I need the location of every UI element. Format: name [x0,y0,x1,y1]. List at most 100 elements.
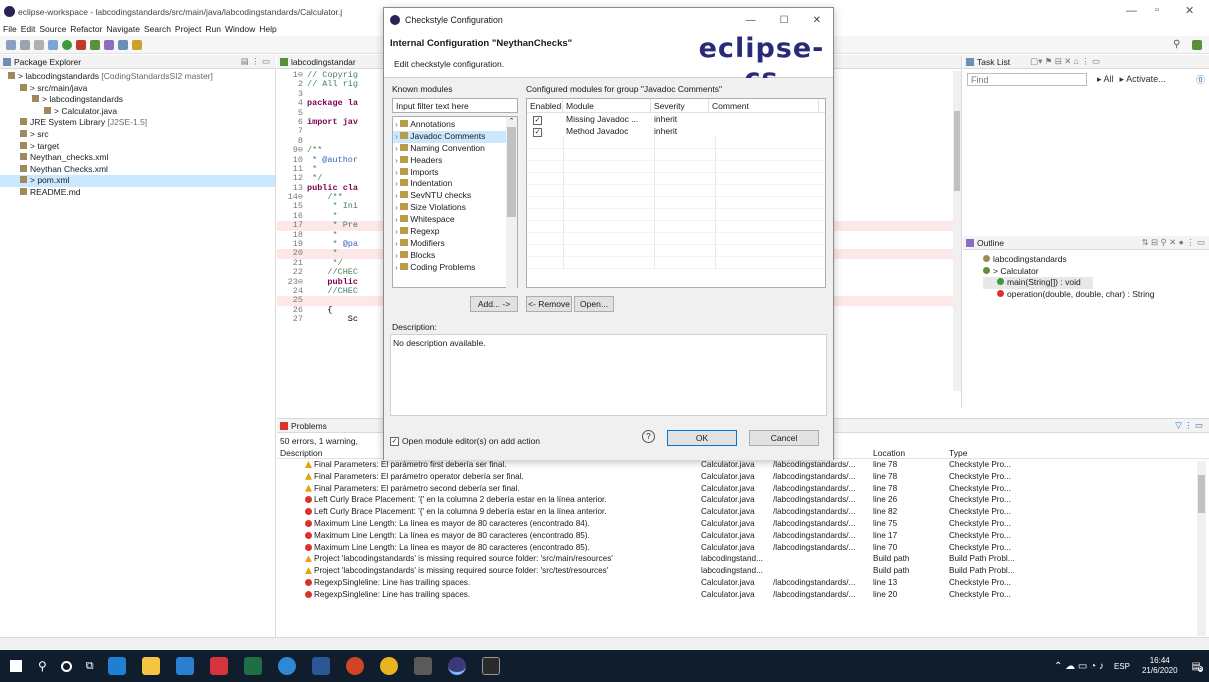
powerpoint-taskbar-icon[interactable] [345,657,364,675]
module-group-item[interactable]: › Size Violations [393,202,507,214]
view-menu-icon[interactable]: ▤ ⋮ ▭ [241,56,270,67]
modules-scrollbar[interactable]: ⌃ [506,117,517,289]
clock[interactable]: 16:44 21/6/2020 [1142,656,1178,676]
dialog-close-button[interactable]: ✕ [813,15,821,26]
outline-item[interactable]: labcodingstandards [983,254,1209,266]
word-taskbar-icon[interactable] [311,657,330,675]
configured-column-severity[interactable]: Severity [651,98,709,113]
tray-icons[interactable]: ⌃ ☁ ▭ ◔ ♪ [1054,661,1104,672]
configured-module-row[interactable]: ✓ Method Javadoc inherit [527,125,825,137]
menu-window[interactable]: Window [225,24,255,34]
view-filter-icon[interactable]: ▽ ⋮ ▭ [1175,420,1203,431]
package-tree-item[interactable]: > labcodingstandards [CodingStandardsSI2… [0,71,275,83]
add-module-button[interactable]: Add... -> [470,296,518,312]
menu-edit[interactable]: Edit [21,24,36,34]
edge-taskbar-icon[interactable] [277,657,296,675]
print-icon[interactable] [34,39,44,50]
package-tree-item[interactable]: > pom.xml [0,175,275,187]
problem-row[interactable]: Left Curly Brace Placement: '{' en la co… [277,494,1209,506]
package-tree-item[interactable]: > target [0,141,275,153]
outline-item[interactable]: > Calculator [983,266,1209,278]
menu-project[interactable]: Project [175,24,201,34]
file-explorer-taskbar-icon[interactable] [141,657,160,675]
cortana-icon[interactable] [60,660,72,672]
perspective-icon[interactable] [1192,40,1202,50]
column-type[interactable]: Type [949,448,1049,458]
external-tools-icon[interactable] [76,39,86,50]
menu-file[interactable]: File [3,24,17,34]
calculator-taskbar-icon[interactable] [413,657,432,675]
module-filter-input[interactable]: Input filter text here [392,98,518,113]
language-indicator[interactable]: ESP [1114,662,1130,671]
new-icon[interactable] [6,39,16,50]
package-tree-item[interactable]: README.md [0,187,275,199]
debug-icon[interactable] [48,39,58,50]
outline-toolbar[interactable]: ⇅ ⊟ ⚲ ✕ ● ⋮ ▭ [1142,237,1205,248]
problems-scrollbar[interactable] [1197,461,1206,636]
open-editor-checkbox[interactable]: ✓ [390,436,399,446]
module-enabled-checkbox[interactable]: ✓ [533,115,542,125]
menu-search[interactable]: Search [144,24,171,34]
package-tree-item[interactable]: JRE System Library [J2SE-1.5] [0,117,275,129]
save-icon[interactable] [20,39,30,50]
problem-row[interactable]: RegexpSingleline: Line has trailing spac… [277,589,1209,601]
module-group-item[interactable]: › Regexp [393,226,507,238]
configured-module-row[interactable]: ✓ Missing Javadoc ... inherit [527,113,825,125]
chrome-taskbar-icon[interactable] [379,657,398,675]
help-icon[interactable]: ⓪ [1196,73,1205,86]
module-group-item[interactable]: › SevNTU checks [393,190,507,202]
activate-link[interactable]: ▸ Activate... [1120,74,1166,85]
package-tree-item[interactable]: > src [0,129,275,141]
problem-row[interactable]: Final Parameters: El parámetro first deb… [277,459,1209,471]
task-view-icon[interactable]: ⧉ [86,660,94,673]
outline-item[interactable]: main(String[]) : void [983,277,1093,289]
menu-source[interactable]: Source [39,24,66,34]
module-group-item[interactable]: › Headers [393,155,507,167]
run-icon[interactable] [62,39,72,50]
excel-taskbar-icon[interactable] [243,657,262,675]
problem-row[interactable]: Maximum Line Length: La línea es mayor d… [277,518,1209,530]
module-group-item[interactable]: › Coding Problems [393,262,507,274]
known-modules-list[interactable]: › Annotations › Javadoc Comments › Naming … [392,116,518,289]
open-type-icon[interactable] [104,39,114,50]
search-toolbar-icon[interactable] [118,39,128,50]
column-location[interactable]: Location [873,448,949,458]
module-group-item[interactable]: › Imports [393,167,507,179]
package-explorer-title[interactable]: Package Explorer [14,57,81,67]
package-tree-item[interactable]: > src/main/java [0,83,275,95]
module-group-item[interactable]: › Blocks [393,250,507,262]
problems-tab[interactable]: Problems [291,421,327,431]
dialog-maximize-button[interactable]: ☐ [780,15,789,26]
module-group-item[interactable]: › Annotations [393,119,507,131]
configured-column-comment[interactable]: Comment [709,98,819,113]
package-tree-item[interactable]: Neythan Checks.xml [0,164,275,176]
module-group-item[interactable]: › Modifiers [393,238,507,250]
dialog-help-icon[interactable]: ? [642,430,655,443]
eclipse-taskbar-icon[interactable] [447,657,466,675]
menu-navigate[interactable]: Navigate [106,24,140,34]
terminal-taskbar-icon[interactable] [481,657,500,675]
module-group-item[interactable]: › Whitespace [393,214,507,226]
cancel-button[interactable]: Cancel [749,430,819,446]
package-tree-item[interactable]: Neythan_checks.xml [0,152,275,164]
outline-title[interactable]: Outline [977,238,1004,248]
menu-run[interactable]: Run [205,24,221,34]
editor-tab[interactable]: labcodingstandar [291,57,356,67]
open-module-button[interactable]: Open... [574,296,614,312]
package-tree-item[interactable]: > Calculator.java [0,106,275,118]
ok-button[interactable]: OK [667,430,737,446]
configured-modules-table[interactable]: Enabled Module Severity Comment ✓ Missing Ja… [526,98,826,288]
problem-row[interactable]: Project 'labcodingstandards' is missing … [277,553,1209,565]
dialog-minimize-button[interactable]: — [746,15,756,26]
close-button[interactable]: ✕ [1185,4,1194,17]
new-java-icon[interactable] [90,39,100,50]
module-enabled-checkbox[interactable]: ✓ [533,127,542,137]
problem-row[interactable]: Left Curly Brace Placement: '{' en la co… [277,506,1209,518]
problem-row[interactable]: Final Parameters: El parámetro operator … [277,471,1209,483]
task-list-toolbar[interactable]: ▢▾ ⚑ ⊟ ✕ ⌂ ⋮ ▭ [1030,56,1100,67]
notification-icon[interactable]: ▤ 6 [1192,661,1203,672]
remove-module-button[interactable]: <- Remove [526,296,572,312]
module-group-item[interactable]: › Javadoc Comments [393,130,507,143]
annotation-icon[interactable] [132,39,142,50]
problem-row[interactable]: RegexpSingleline: Line has trailing spac… [277,577,1209,589]
